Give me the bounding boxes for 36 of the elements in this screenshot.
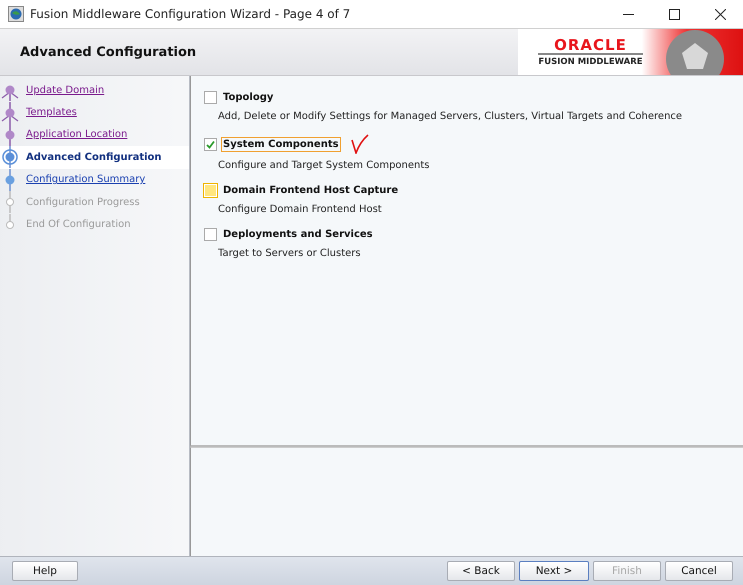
page-title: Advanced Configuration [20, 44, 198, 60]
option-label[interactable]: Domain Frontend Host Capture [221, 183, 400, 198]
step-label: Configuration Progress [26, 196, 140, 208]
option-description: Add, Delete or Modify Settings for Managed Servers, Clusters, Virtual Targets and Coherence [218, 111, 684, 122]
step-item[interactable]: Templates [0, 101, 189, 124]
maximize-icon [668, 8, 680, 20]
wizard-button[interactable]: Cancel [665, 561, 733, 581]
wizard-button[interactable]: Next > [519, 561, 589, 581]
option-description: Target to Servers or Clusters [218, 248, 362, 259]
wizard-button[interactable]: Help [12, 561, 78, 581]
option-description: Configure and Target System Components [218, 160, 430, 171]
step-label: Update Domain [26, 84, 104, 96]
step-node-icon [0, 146, 20, 168]
app-icon [8, 6, 24, 22]
step-label: End Of Configuration [26, 219, 131, 230]
option-description: Configure Domain Frontend Host [218, 204, 383, 215]
checkbox[interactable] [204, 138, 217, 150]
step-label: Templates [26, 107, 77, 118]
logo-brand: ORACLE [554, 37, 627, 53]
step-label: Configuration Summary [26, 174, 146, 186]
logo-product: FUSION MIDDLEWARE [538, 53, 643, 67]
step-node-icon [0, 102, 20, 124]
window-title: Fusion Middleware Configuration Wizard - Page 4 of 7 [30, 7, 352, 21]
wizard-button[interactable]: < Back [447, 561, 515, 581]
option-label[interactable]: Deployments and Services [221, 227, 375, 242]
step-label: Advanced Configuration [26, 152, 162, 163]
step-label: Application Location [26, 129, 128, 140]
checkbox[interactable] [204, 91, 217, 104]
option-label[interactable]: System Components [221, 136, 341, 152]
step-item[interactable]: Application Location [0, 124, 189, 146]
option-label[interactable]: Topology [221, 90, 276, 105]
close-icon [714, 8, 726, 20]
checkbox[interactable] [204, 228, 217, 241]
step-item[interactable]: Configuration Summary [0, 168, 189, 191]
step-item[interactable]: Advanced Configuration [0, 146, 189, 169]
step-item[interactable]: Update Domain [0, 79, 189, 102]
